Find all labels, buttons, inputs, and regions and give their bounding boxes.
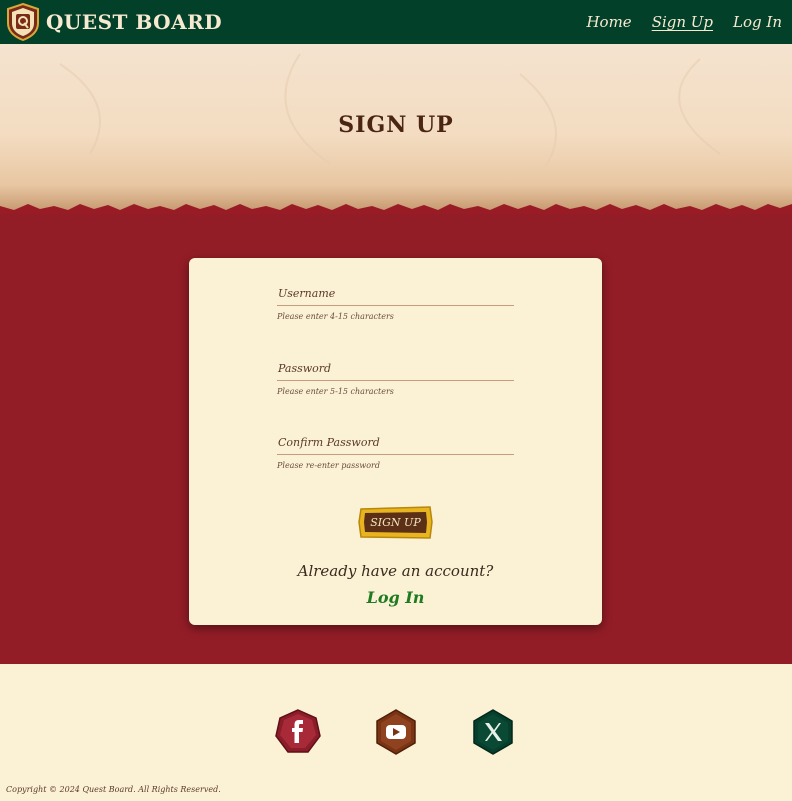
- nav-home-link[interactable]: Home: [586, 13, 631, 31]
- signup-submit-button[interactable]: SIGN UP: [358, 505, 433, 540]
- username-field[interactable]: Username Please enter 4-15 characters: [277, 282, 514, 321]
- page-banner: SIGN UP: [0, 44, 792, 214]
- confirm-password-hint: Please re-enter password: [277, 461, 381, 470]
- login-link[interactable]: Log In: [189, 588, 602, 607]
- youtube-icon: [376, 709, 416, 755]
- confirm-password-input[interactable]: Confirm Password: [277, 431, 514, 455]
- confirm-password-field[interactable]: Confirm Password Please re-enter passwor…: [277, 431, 514, 470]
- already-have-account-text: Already have an account?: [297, 562, 494, 580]
- page-title: SIGN UP: [338, 112, 454, 138]
- quest-board-logo-icon: [7, 3, 39, 41]
- password-field[interactable]: Password Please enter 5-15 characters: [277, 357, 514, 396]
- nav-links: Home Sign Up Log In: [586, 0, 782, 44]
- brand-title: QUEST BOARD: [46, 10, 223, 34]
- x-icon: [473, 709, 513, 755]
- username-input[interactable]: Username: [277, 282, 514, 306]
- copyright-text: Copyright © 2024 Quest Board. All Rights…: [6, 785, 221, 794]
- signup-button-label: SIGN UP: [370, 516, 421, 529]
- top-navbar: QUEST BOARD Home Sign Up Log In: [0, 0, 792, 44]
- youtube-link[interactable]: [372, 708, 420, 756]
- nav-login-link[interactable]: Log In: [733, 13, 782, 31]
- brand[interactable]: QUEST BOARD: [6, 3, 222, 41]
- x-twitter-link[interactable]: [469, 708, 517, 756]
- password-hint: Please enter 5-15 characters: [277, 387, 394, 396]
- facebook-icon: [275, 709, 321, 753]
- username-hint: Please enter 4-15 characters: [277, 312, 394, 321]
- main-section: Username Please enter 4-15 characters Pa…: [0, 214, 792, 664]
- password-input[interactable]: Password: [277, 357, 514, 381]
- facebook-link[interactable]: [274, 708, 322, 756]
- signup-card: Username Please enter 4-15 characters Pa…: [189, 258, 602, 625]
- footer: Copyright © 2024 Quest Board. All Rights…: [0, 664, 792, 801]
- nav-signup-link[interactable]: Sign Up: [652, 13, 713, 31]
